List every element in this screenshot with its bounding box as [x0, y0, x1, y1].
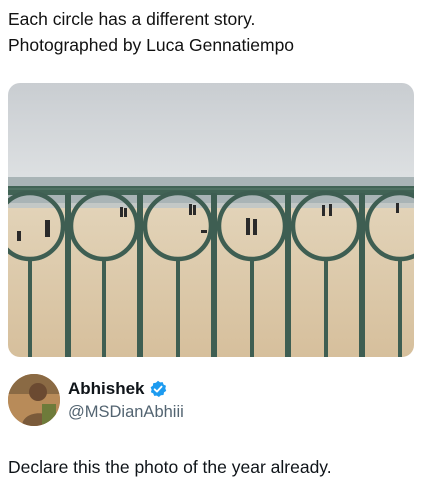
sky: [8, 83, 414, 179]
author-handle[interactable]: @MSDianAbhiii: [68, 401, 184, 423]
caption-line-1: Each circle has a different story.: [8, 9, 256, 29]
caption-line-2: Photographed by Luca Gennatiempo: [8, 35, 295, 55]
beach-railing-photo: [8, 83, 414, 357]
post-caption: Each circle has a different story. Photo…: [8, 6, 418, 58]
tweet-text: Declare this the photo of the year alrea…: [8, 457, 332, 477]
verified-badge-icon: [149, 380, 167, 398]
author-display-name[interactable]: Abhishek: [68, 378, 145, 400]
post-photo[interactable]: [8, 83, 414, 357]
avatar[interactable]: [8, 374, 60, 426]
author-block[interactable]: Abhishek @MSDianAbhiii: [8, 372, 418, 432]
